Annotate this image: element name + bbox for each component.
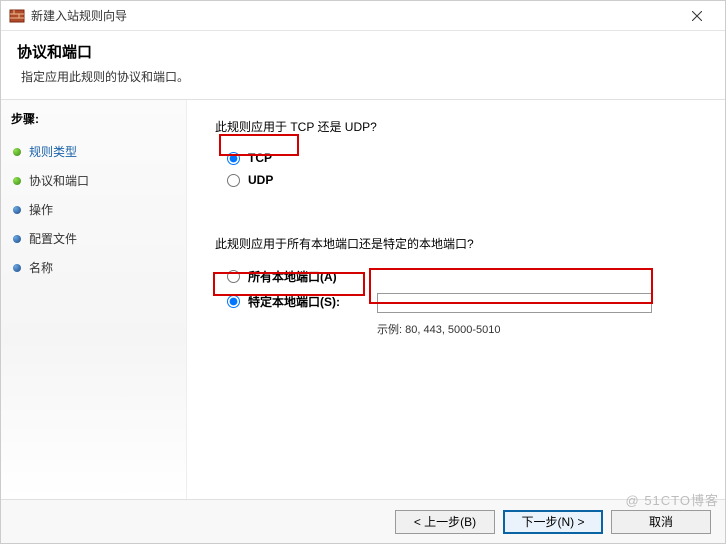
next-button[interactable]: 下一步(N) > [503, 510, 603, 534]
label-specific-ports: 特定本地端口(S): [248, 293, 340, 310]
step-protocol-port[interactable]: 协议和端口 [9, 166, 178, 195]
sidebar-title: 步骤: [9, 110, 178, 127]
bullet-icon [13, 148, 21, 156]
close-button[interactable] [677, 2, 717, 30]
section-ports: 此规则应用于所有本地端口还是特定的本地端口? 所有本地端口(A) 特定本地端口(… [215, 235, 701, 337]
question-ports: 此规则应用于所有本地端口还是特定的本地端口? [215, 235, 701, 252]
step-name[interactable]: 名称 [9, 253, 178, 282]
port-input[interactable] [377, 293, 652, 313]
step-label: 操作 [29, 201, 53, 218]
port-example: 示例: 80, 443, 5000-5010 [377, 321, 701, 337]
radio-udp[interactable] [227, 174, 240, 187]
label-udp: UDP [248, 173, 273, 187]
sidebar: 步骤: 规则类型 协议和端口 操作 配置文件 名称 [1, 100, 187, 499]
step-action[interactable]: 操作 [9, 195, 178, 224]
step-profile[interactable]: 配置文件 [9, 224, 178, 253]
step-label: 规则类型 [29, 143, 77, 160]
page-desc: 指定应用此规则的协议和端口。 [17, 68, 709, 85]
step-label: 配置文件 [29, 230, 77, 247]
bullet-icon [13, 206, 21, 214]
titlebar: 新建入站规则向导 [1, 1, 725, 31]
bullet-icon [13, 235, 21, 243]
titlebar-text: 新建入站规则向导 [31, 7, 677, 24]
bullet-icon [13, 177, 21, 185]
footer: < 上一步(B) 下一步(N) > 取消 [1, 499, 725, 543]
page-title: 协议和端口 [17, 41, 709, 62]
cancel-button[interactable]: 取消 [611, 510, 711, 534]
radio-all-ports[interactable] [227, 270, 240, 283]
question-protocol: 此规则应用于 TCP 还是 UDP? [215, 118, 701, 135]
close-icon [692, 11, 702, 21]
bullet-icon [13, 264, 21, 272]
step-label: 名称 [29, 259, 53, 276]
step-rule-type[interactable]: 规则类型 [9, 137, 178, 166]
content: 此规则应用于 TCP 还是 UDP? TCP UDP 此规则应用于所有本地端口还… [187, 100, 725, 499]
radio-specific-ports[interactable] [227, 295, 240, 308]
radio-row-specific-ports: 特定本地端口(S): [227, 289, 701, 317]
header: 协议和端口 指定应用此规则的协议和端口。 [1, 31, 725, 100]
back-button[interactable]: < 上一步(B) [395, 510, 495, 534]
body: 步骤: 规则类型 协议和端口 操作 配置文件 名称 此 [1, 100, 725, 499]
radio-row-udp: UDP [227, 169, 701, 191]
label-tcp: TCP [248, 151, 272, 165]
step-label: 协议和端口 [29, 172, 89, 189]
radio-row-all-ports: 所有本地端口(A) [227, 264, 701, 289]
firewall-icon [9, 8, 25, 24]
radio-tcp[interactable] [227, 152, 240, 165]
label-all-ports: 所有本地端口(A) [248, 268, 337, 285]
wizard-window: 新建入站规则向导 协议和端口 指定应用此规则的协议和端口。 步骤: 规则类型 协… [0, 0, 726, 544]
radio-row-tcp: TCP [227, 147, 701, 169]
